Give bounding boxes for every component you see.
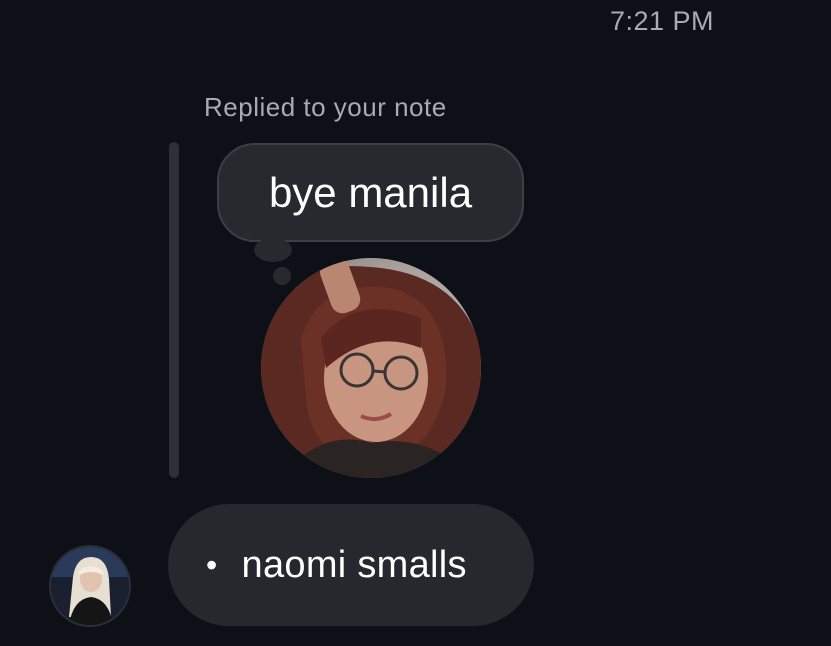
sender-avatar[interactable] — [49, 545, 131, 627]
note-author-avatar[interactable] — [261, 258, 481, 478]
reply-quote-bar — [169, 142, 179, 478]
message-bullet: • — [206, 546, 218, 583]
message-timestamp: 7:21 PM — [609, 6, 714, 36]
note-text: bye manila — [268, 169, 473, 216]
profile-photo-icon — [51, 547, 129, 625]
note-bubble[interactable]: bye manila — [217, 143, 524, 242]
message-text: naomi smalls — [241, 543, 467, 586]
message-bubble[interactable]: • naomi smalls — [168, 504, 534, 626]
reply-context-label: Replied to your note — [204, 92, 447, 122]
profile-photo-icon — [261, 258, 481, 478]
chat-screen: 7:21 PM Replied to your note bye manila — [0, 0, 831, 646]
note-thought-dot-small — [273, 267, 291, 285]
note-thought-dot — [254, 238, 292, 262]
